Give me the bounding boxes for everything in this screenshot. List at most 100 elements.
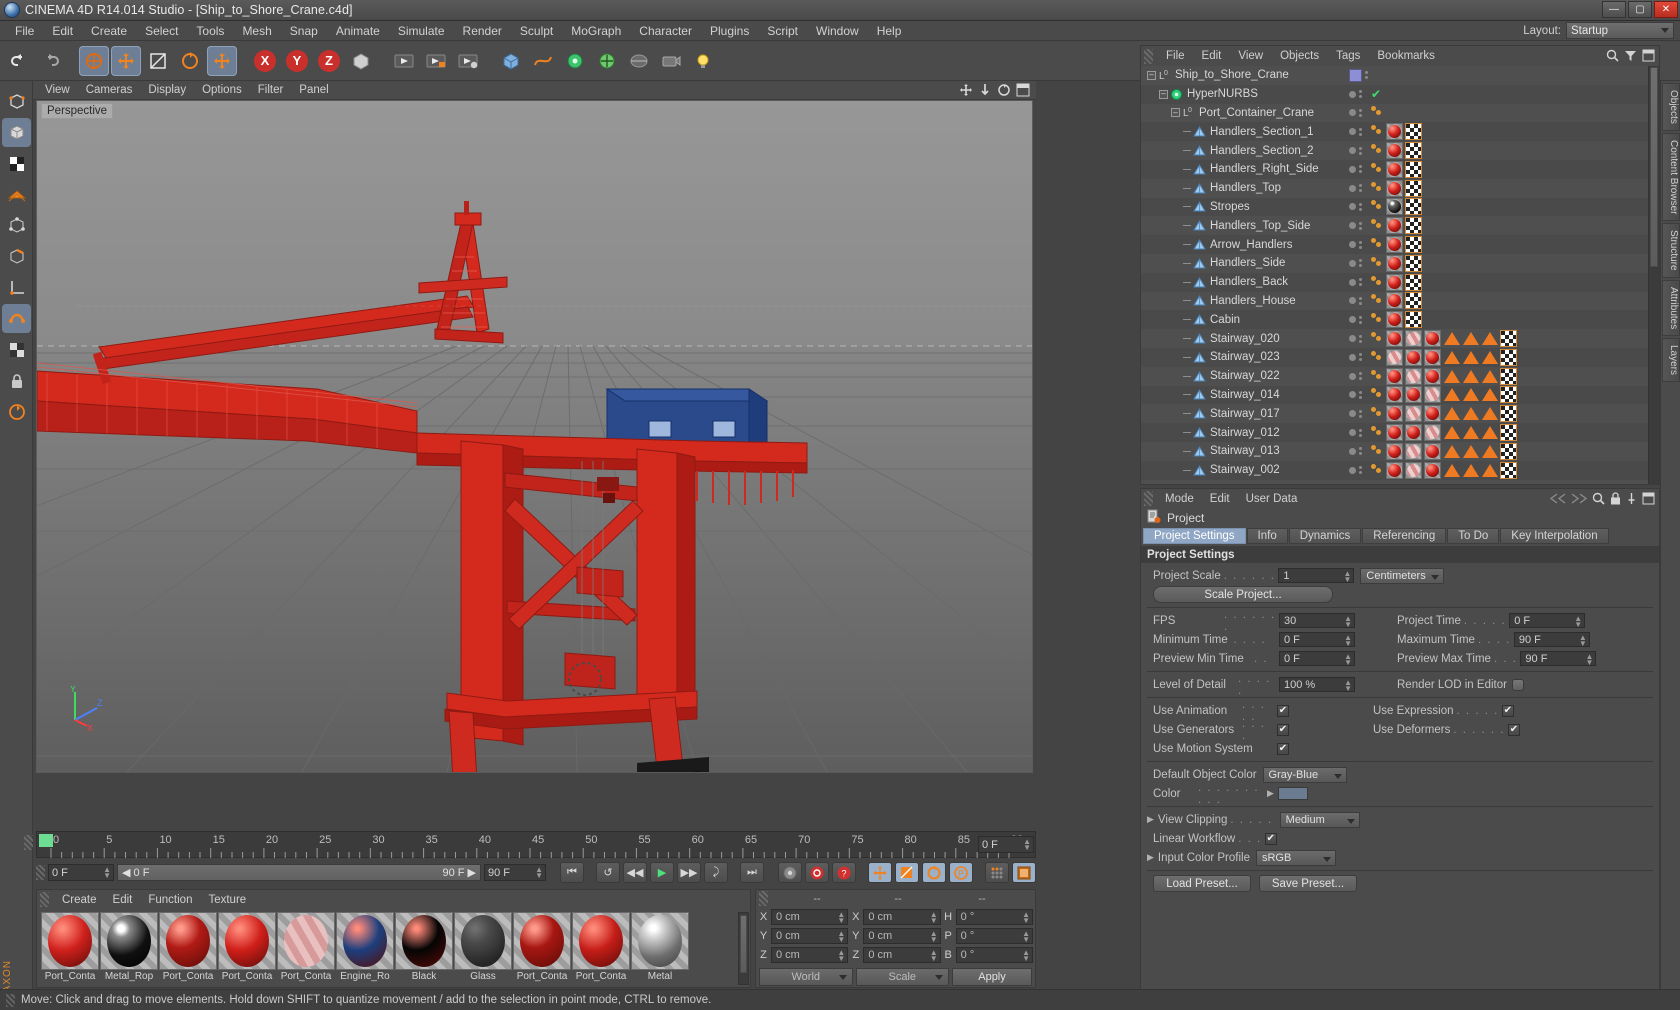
- move-view-icon[interactable]: [959, 83, 973, 100]
- search-icon[interactable]: [1592, 492, 1605, 508]
- object-tree[interactable]: – L 0 Ship_to_Shore_Crane – HyperNURBS ✔ – L 0 Por…: [1141, 66, 1648, 484]
- object-row[interactable]: Handlers_Back: [1141, 272, 1648, 292]
- linear-workflow-checkbox[interactable]: ✔: [1264, 832, 1277, 845]
- selection-tag-icon[interactable]: [1482, 407, 1498, 421]
- project-scale-field[interactable]: 1 ▲ ▼: [1278, 568, 1355, 584]
- menu-mograph[interactable]: MoGraph: [562, 22, 630, 40]
- render-view-button[interactable]: [389, 46, 419, 76]
- menu-select[interactable]: Select: [136, 22, 187, 40]
- transform-mode-select[interactable]: Scale: [855, 968, 949, 986]
- object-row[interactable]: Arrow_Handlers: [1141, 235, 1648, 254]
- uvw-tag-icon[interactable]: [1500, 348, 1517, 366]
- material-tag-icon[interactable]: [1405, 461, 1422, 479]
- material-cell[interactable]: Port_Conta: [41, 912, 99, 985]
- spinner-icon[interactable]: ▲ ▼: [930, 911, 938, 925]
- coordinate-system-select[interactable]: World: [759, 968, 853, 986]
- phong-tag-icon[interactable]: [1371, 143, 1384, 158]
- menu-edit[interactable]: Edit: [43, 22, 82, 40]
- right-tab-layers[interactable]: Layers: [1662, 338, 1680, 383]
- spinner-icon[interactable]: ▲ ▼: [837, 930, 845, 944]
- spinner-icon[interactable]: ▲ ▼: [837, 949, 845, 963]
- selection-tag-icon[interactable]: [1482, 369, 1498, 383]
- spinner-icon[interactable]: ▲ ▼: [1586, 653, 1594, 667]
- material-tag-icon[interactable]: [1405, 442, 1422, 460]
- uvw-tag-icon[interactable]: [1405, 311, 1422, 329]
- objmgr-menu-objects[interactable]: Objects: [1272, 49, 1327, 63]
- material-preview[interactable]: [395, 912, 453, 970]
- workplane-button[interactable]: [2, 397, 31, 426]
- menu-help[interactable]: Help: [868, 22, 911, 40]
- visibility-render-dots[interactable]: [1359, 165, 1362, 174]
- play-forward-button[interactable]: ⤸: [704, 862, 728, 883]
- spinner-icon[interactable]: ▲ ▼: [1022, 911, 1030, 925]
- material-preview[interactable]: [159, 912, 217, 970]
- timeline-window-button[interactable]: [1012, 862, 1036, 883]
- visibility-editor-dot[interactable]: [1349, 278, 1356, 286]
- edge-mode-button[interactable]: [2, 242, 31, 271]
- phong-tag-icon[interactable]: [1371, 387, 1384, 402]
- playhead-marker[interactable]: [39, 834, 53, 847]
- attr-menu-edit[interactable]: Edit: [1202, 492, 1238, 506]
- material-tag-icon[interactable]: [1405, 367, 1422, 385]
- visibility-editor-dot[interactable]: [1349, 372, 1356, 380]
- layout-select[interactable]: Startup: [1566, 22, 1674, 39]
- visibility-render-dots[interactable]: [1359, 127, 1362, 136]
- position-field[interactable]: 0 cm ▲ ▼: [771, 909, 849, 925]
- polygon-mode-button[interactable]: [2, 180, 31, 209]
- preview-max-time-field[interactable]: 90 F ▲ ▼: [1520, 651, 1597, 667]
- add-camera-button[interactable]: [656, 46, 686, 76]
- material-preview[interactable]: [454, 912, 512, 970]
- material-cell[interactable]: Black: [395, 912, 453, 985]
- render-lod-checkbox[interactable]: [1511, 678, 1524, 691]
- spinner-icon[interactable]: ▲ ▼: [103, 866, 111, 880]
- render-region-button[interactable]: [421, 46, 451, 76]
- attr-tab-dynamics[interactable]: Dynamics: [1288, 528, 1362, 544]
- apply-button[interactable]: Apply: [952, 968, 1032, 986]
- add-deformer-button[interactable]: [592, 46, 622, 76]
- material-tag-icon[interactable]: [1386, 424, 1403, 442]
- uvw-tag-icon[interactable]: [1405, 142, 1422, 160]
- phong-tag-icon[interactable]: [1371, 237, 1384, 252]
- history-forward-icon[interactable]: [1571, 493, 1588, 507]
- material-tag-icon[interactable]: [1386, 461, 1403, 479]
- visibility-render-dots[interactable]: [1359, 259, 1362, 268]
- material-tag-icon[interactable]: [1386, 442, 1403, 460]
- visibility-editor-dot[interactable]: [1349, 391, 1356, 399]
- menu-script[interactable]: Script: [758, 22, 807, 40]
- selection-tag-icon[interactable]: [1482, 463, 1498, 477]
- rotation-field[interactable]: 0 ° ▲ ▼: [955, 928, 1033, 944]
- material-tag-icon[interactable]: [1386, 405, 1403, 423]
- filter-icon[interactable]: [1624, 49, 1637, 65]
- material-cell[interactable]: Port_Conta: [159, 912, 217, 985]
- uvw-tag-icon[interactable]: [1405, 160, 1422, 178]
- phong-tag-icon[interactable]: [1371, 275, 1384, 290]
- material-preview[interactable]: [631, 912, 689, 970]
- material-cell[interactable]: Port_Conta: [218, 912, 276, 985]
- attr-menu-user-data[interactable]: User Data: [1238, 492, 1306, 506]
- add-environment-button[interactable]: [624, 46, 654, 76]
- scale-tool-button[interactable]: [143, 46, 173, 76]
- visibility-render-dots[interactable]: [1359, 90, 1362, 99]
- step-forward-button[interactable]: ▶▶: [677, 862, 701, 883]
- selection-tag-icon[interactable]: [1463, 350, 1479, 364]
- uvw-tag-icon[interactable]: [1500, 330, 1517, 348]
- rotate-view-icon[interactable]: [997, 83, 1011, 100]
- spinner-icon[interactable]: ▲ ▼: [1023, 838, 1031, 852]
- material-tag-icon[interactable]: [1405, 348, 1422, 366]
- material-preview[interactable]: [572, 912, 630, 970]
- object-row[interactable]: Stairway_022: [1141, 367, 1648, 386]
- position-field[interactable]: 0 cm ▲ ▼: [771, 947, 849, 963]
- visibility-render-dots[interactable]: [1359, 202, 1362, 211]
- live-selection-tool-button[interactable]: [79, 45, 109, 76]
- material-tag-icon[interactable]: [1386, 142, 1403, 160]
- rotation-field[interactable]: 0 ° ▲ ▼: [955, 909, 1033, 925]
- menu-file[interactable]: File: [6, 22, 43, 40]
- menu-snap[interactable]: Snap: [281, 22, 327, 40]
- material-preview[interactable]: [41, 912, 99, 970]
- material-tag-icon[interactable]: [1386, 123, 1403, 141]
- frame-range-scrubber[interactable]: ◀ 0 F 90 F ▶: [117, 864, 481, 881]
- load-preset-button[interactable]: Load Preset...: [1153, 875, 1251, 892]
- selection-tag-icon[interactable]: [1463, 426, 1479, 440]
- zoom-view-icon[interactable]: [978, 83, 992, 100]
- object-row[interactable]: Handlers_Section_2: [1141, 141, 1648, 160]
